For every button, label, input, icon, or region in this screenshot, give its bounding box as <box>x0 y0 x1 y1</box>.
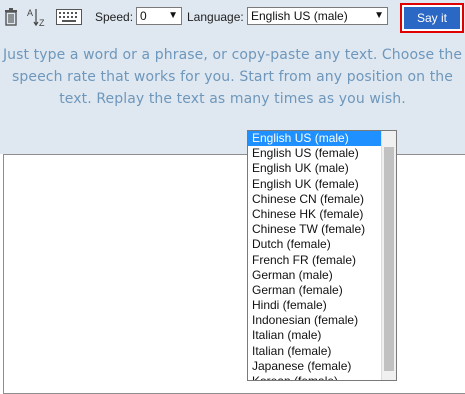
language-select[interactable]: English US (male) ▼ <box>247 7 388 25</box>
say-it-button[interactable]: Say it <box>404 7 460 29</box>
language-option[interactable]: Indonesian (female) <box>248 313 381 328</box>
language-dropdown-list[interactable]: English US (male) English US (female) Engl… <box>247 130 397 381</box>
language-option[interactable]: Italian (male) <box>248 328 381 343</box>
intro-line: speech rate that works for you. Start fr… <box>12 69 453 85</box>
language-option[interactable]: English US (male) <box>248 131 381 147</box>
language-option[interactable]: Japanese (female) <box>248 359 381 374</box>
speed-value: 0 <box>140 9 147 23</box>
language-option[interactable]: Chinese TW (female) <box>248 222 381 237</box>
speed-label: Speed: <box>95 10 134 24</box>
intro-line: Just type a word or a phrase, or copy-pa… <box>2 47 463 63</box>
language-option[interactable]: Chinese HK (female) <box>248 207 381 222</box>
speed-select[interactable]: 0 ▼ <box>136 7 182 25</box>
language-options: English US (male) English US (female) Engl… <box>248 131 381 380</box>
language-option[interactable]: French FR (female) <box>248 253 381 268</box>
sort-az-icon[interactable]: A Z <box>27 6 49 28</box>
language-option[interactable]: Dutch (female) <box>248 237 381 252</box>
language-option[interactable]: English UK (male) <box>248 161 381 176</box>
toolbar: A Z Speed: 0 ▼ Language: English US (mal… <box>0 0 465 36</box>
intro-text: Just type a word or a phrase, or copy-pa… <box>0 44 465 110</box>
svg-text:A: A <box>27 8 33 18</box>
language-option[interactable]: German (female) <box>248 283 381 298</box>
language-option[interactable]: Korean (female) <box>248 374 381 380</box>
language-option[interactable]: Italian (female) <box>248 344 381 359</box>
language-option[interactable]: Chinese CN (female) <box>248 192 381 207</box>
language-option[interactable]: English US (female) <box>248 146 381 161</box>
language-option[interactable]: English UK (female) <box>248 177 381 192</box>
keyboard-icon[interactable] <box>56 6 82 28</box>
language-label: Language: <box>187 10 244 24</box>
intro-line: text. Replay the text as many times as y… <box>59 91 406 107</box>
chevron-down-icon: ▼ <box>374 10 384 21</box>
scrollbar-thumb[interactable] <box>384 147 394 371</box>
language-value: English US (male) <box>251 9 348 23</box>
language-option[interactable]: Hindi (female) <box>248 298 381 313</box>
trash-icon[interactable] <box>3 6 19 28</box>
language-option[interactable]: German (male) <box>248 268 381 283</box>
chevron-down-icon: ▼ <box>168 10 178 21</box>
svg-text:Z: Z <box>39 18 45 27</box>
dropdown-scrollbar[interactable] <box>381 131 396 380</box>
say-it-highlight: Say it <box>400 3 464 33</box>
